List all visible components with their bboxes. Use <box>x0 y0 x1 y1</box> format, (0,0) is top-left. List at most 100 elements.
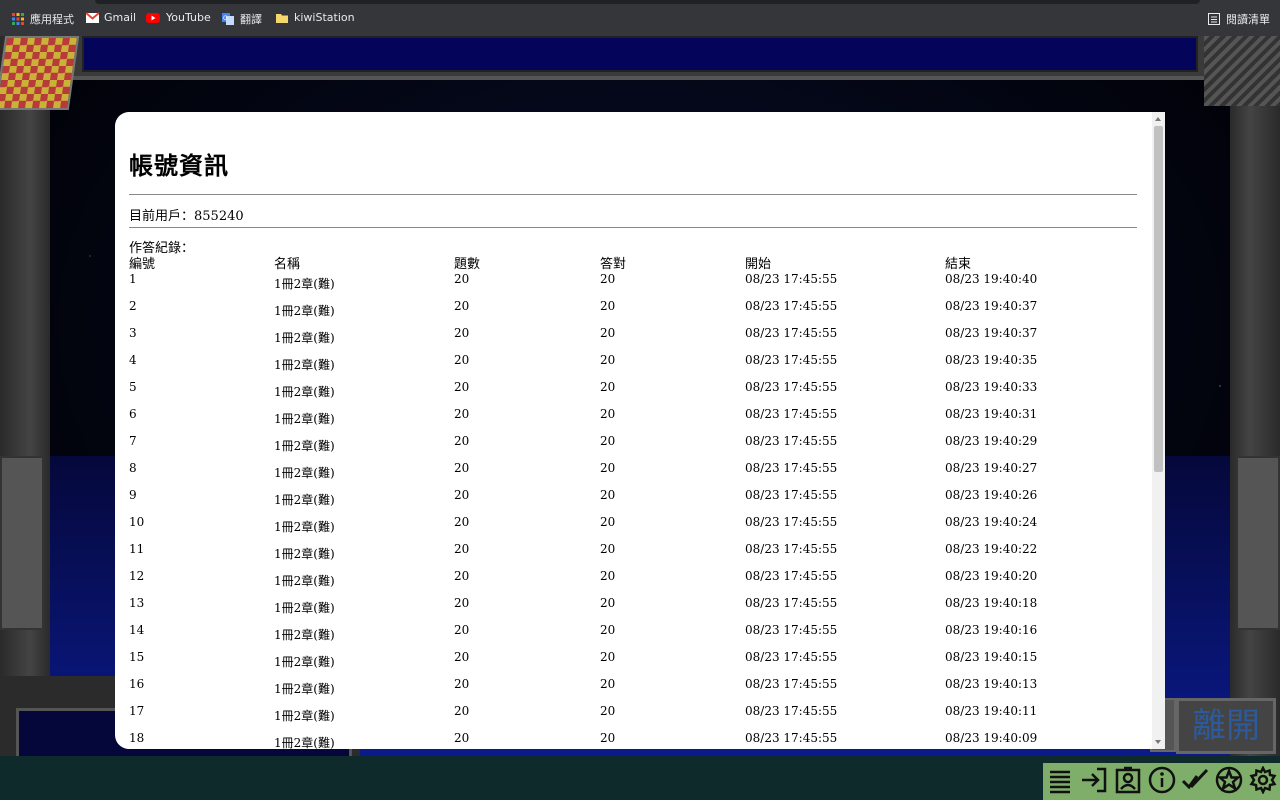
cell-id: 7 <box>129 434 137 448</box>
cell-correct: 20 <box>600 461 616 475</box>
cell-start: 08/23 17:45:55 <box>745 731 838 745</box>
cell-id: 13 <box>129 596 145 610</box>
star-button[interactable] <box>1212 765 1246 799</box>
cell-end: 08/23 19:40:33 <box>945 380 1038 394</box>
bookmark-label: 應用程式 <box>30 13 74 26</box>
bookmark-label: kiwiStation <box>294 11 355 24</box>
cell-id: 2 <box>129 299 137 313</box>
left-pillar <box>0 36 50 756</box>
bookmark-youtube[interactable]: YouTube <box>146 11 211 24</box>
divider <box>129 194 1137 195</box>
bookmark-gmail[interactable]: Gmail <box>85 11 136 24</box>
cell-name: 1冊2章(難) <box>274 682 335 696</box>
settings-button[interactable] <box>1246 764 1280 799</box>
dialog-title: 帳號資訊 <box>129 152 229 180</box>
cell-name: 1冊2章(難) <box>274 736 335 749</box>
scrollbar-thumb[interactable] <box>1154 126 1163 472</box>
top-display-panel <box>82 36 1198 72</box>
cell-count: 20 <box>454 272 470 286</box>
bookmark-translate[interactable]: G 翻譯 <box>222 11 262 27</box>
bookmark-apps[interactable]: 應用程式 <box>12 11 74 27</box>
cell-count: 20 <box>454 542 470 556</box>
profile-button[interactable] <box>1111 765 1145 799</box>
table-row: 8 1冊2章(難) 20 20 08/23 17:45:55 08/23 19:40:27 <box>129 461 1137 488</box>
cell-name: 1冊2章(難) <box>274 574 335 588</box>
leave-button[interactable]: 離開 <box>1176 698 1276 754</box>
cell-end: 08/23 19:40:11 <box>945 704 1038 718</box>
svg-text:G: G <box>223 15 228 22</box>
reading-list-button[interactable]: 閱讀清單 <box>1208 11 1270 27</box>
login-button[interactable] <box>1077 765 1111 799</box>
reading-list-label: 閱讀清單 <box>1226 13 1270 26</box>
cell-correct: 20 <box>600 407 616 421</box>
table-row: 2 1冊2章(難) 20 20 08/23 17:45:55 08/23 19:40:37 <box>129 299 1137 326</box>
cell-start: 08/23 17:45:55 <box>745 380 838 394</box>
cell-end: 08/23 19:40:09 <box>945 731 1038 745</box>
cell-name: 1冊2章(難) <box>274 358 335 372</box>
table-row: 6 1冊2章(難) 20 20 08/23 17:45:55 08/23 19:40:31 <box>129 407 1137 434</box>
column-header-correct: 答對 <box>600 257 627 272</box>
cell-correct: 20 <box>600 542 616 556</box>
cell-correct: 20 <box>600 326 616 340</box>
cell-name: 1冊2章(難) <box>274 520 335 534</box>
folder-icon <box>276 12 288 24</box>
login-icon <box>1080 766 1108 798</box>
cell-start: 08/23 17:45:55 <box>745 434 838 448</box>
scroll-down-arrow-icon[interactable] <box>1155 740 1161 744</box>
cell-end: 08/23 19:40:18 <box>945 596 1038 610</box>
table-row: 16 1冊2章(難) 20 20 08/23 17:45:55 08/23 19:40:1… <box>129 677 1137 704</box>
table-row: 9 1冊2章(難) 20 20 08/23 17:45:55 08/23 19:40:26 <box>129 488 1137 515</box>
column-header-name: 名稱 <box>274 257 301 272</box>
cell-correct: 20 <box>600 623 616 637</box>
cell-start: 08/23 17:45:55 <box>745 299 838 313</box>
cell-id: 15 <box>129 650 145 664</box>
cell-count: 20 <box>454 461 470 475</box>
cell-start: 08/23 17:45:55 <box>745 488 838 502</box>
cell-start: 08/23 17:45:55 <box>745 650 838 664</box>
profile-card-icon <box>1114 766 1142 798</box>
cell-count: 20 <box>454 515 470 529</box>
cell-name: 1冊2章(難) <box>274 493 335 507</box>
cell-id: 12 <box>129 569 145 583</box>
scroll-up-arrow-icon[interactable] <box>1155 117 1161 121</box>
cell-id: 10 <box>129 515 145 529</box>
gear-icon <box>1249 764 1277 798</box>
cell-start: 08/23 17:45:55 <box>745 704 838 718</box>
right-pillar <box>1230 36 1280 756</box>
info-button[interactable] <box>1145 765 1179 799</box>
cell-correct: 20 <box>600 704 616 718</box>
scrollbar[interactable] <box>1152 112 1165 749</box>
menu-button[interactable] <box>1043 765 1077 799</box>
left-side-panel <box>0 456 44 630</box>
browser-frame-edge <box>95 0 1200 4</box>
cell-count: 20 <box>454 569 470 583</box>
cell-id: 5 <box>129 380 137 394</box>
table-row: 12 1冊2章(難) 20 20 08/23 17:45:55 08/23 19:40:2… <box>129 569 1137 596</box>
cell-count: 20 <box>454 326 470 340</box>
cell-start: 08/23 17:45:55 <box>745 272 838 286</box>
table-row: 3 1冊2章(難) 20 20 08/23 17:45:55 08/23 19:40:37 <box>129 326 1137 353</box>
bookmark-label: 翻譯 <box>240 13 262 26</box>
cell-start: 08/23 17:45:55 <box>745 677 838 691</box>
cell-name: 1冊2章(難) <box>274 385 335 399</box>
cell-end: 08/23 19:40:16 <box>945 623 1038 637</box>
account-info-dialog: 帳號資訊 目前用戶：855240 作答紀錄： 編號 名稱 題數 答對 開始 結束… <box>115 112 1165 749</box>
cell-name: 1冊2章(難) <box>274 439 335 453</box>
cell-count: 20 <box>454 623 470 637</box>
cell-start: 08/23 17:45:55 <box>745 623 838 637</box>
right-corner-decoration <box>1204 36 1280 106</box>
cell-end: 08/23 19:40:27 <box>945 461 1038 475</box>
cell-end: 08/23 19:40:13 <box>945 677 1038 691</box>
gmail-icon <box>85 11 100 24</box>
cell-correct: 20 <box>600 515 616 529</box>
table-row: 15 1冊2章(難) 20 20 08/23 17:45:55 08/23 19:40:1… <box>129 650 1137 677</box>
cell-end: 08/23 19:40:29 <box>945 434 1038 448</box>
cell-count: 20 <box>454 353 470 367</box>
check-button[interactable] <box>1178 765 1212 799</box>
bookmark-kiwistation[interactable]: kiwiStation <box>276 11 355 24</box>
current-user: 目前用戶：855240 <box>129 209 244 224</box>
table-row: 4 1冊2章(難) 20 20 08/23 17:45:55 08/23 19:40:35 <box>129 353 1137 380</box>
cell-start: 08/23 17:45:55 <box>745 353 838 367</box>
table-row: 11 1冊2章(難) 20 20 08/23 17:45:55 08/23 19:40:2… <box>129 542 1137 569</box>
cell-end: 08/23 19:40:20 <box>945 569 1038 583</box>
